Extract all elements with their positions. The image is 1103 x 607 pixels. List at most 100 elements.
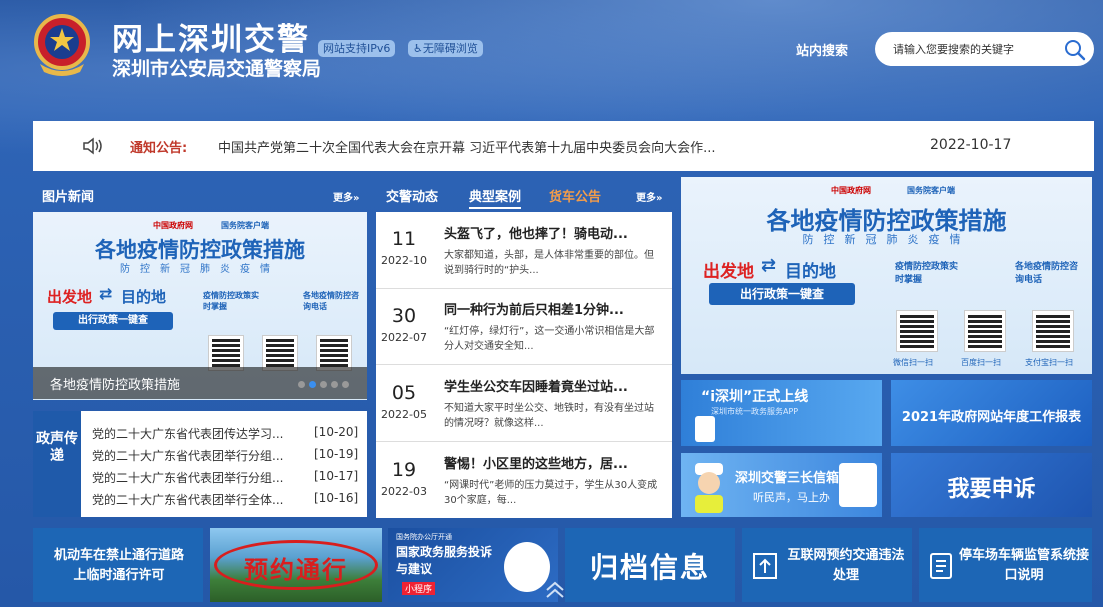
policy-item[interactable]: 党的二十大广东省代表团举行全体... bbox=[92, 491, 302, 508]
news-desc: “红灯停，绿灯行”，这一交通小常识相信是大部分人对交通安全知... bbox=[444, 326, 655, 352]
slide-caption[interactable]: 各地疫情防控政策措施 bbox=[50, 374, 180, 393]
poster-arrow: ⇄ bbox=[761, 255, 777, 276]
poster-side2: 各地疫情防控咨询电话 bbox=[303, 291, 359, 311]
qr-code-alipay bbox=[1032, 310, 1074, 352]
news-day: 30 bbox=[391, 305, 417, 327]
news-desc: “网课时代”老师的压力莫过于，学生从30人变成30个家庭，每... bbox=[444, 480, 658, 506]
policy-item[interactable]: 党的二十大广东省代表团举行分组... bbox=[92, 469, 302, 486]
gov-service-tile[interactable]: 国务院办公厅开通 国家政务服务投诉与建议 小程序 bbox=[388, 528, 558, 602]
qr-code-baidu bbox=[262, 335, 298, 371]
tab-truck-notices[interactable]: 货车公告 bbox=[549, 186, 601, 205]
complaint-title: 我要申诉 bbox=[947, 477, 1036, 502]
archive-tile[interactable]: 归档信息 bbox=[565, 528, 735, 602]
speaker-icon bbox=[83, 137, 102, 155]
complaint-banner[interactable]: 我要申诉 bbox=[891, 453, 1092, 517]
mailbox-qr-code bbox=[839, 463, 877, 507]
poster-button: 出行政策一键查 bbox=[53, 312, 173, 330]
gov-service-top: 国务院办公厅开通 bbox=[396, 533, 452, 541]
slide-dot-5[interactable] bbox=[342, 381, 349, 388]
scan-wechat-label: 微信扫一扫 bbox=[893, 358, 933, 367]
poster-subline: 防控新冠肺炎疫情 bbox=[120, 264, 280, 275]
ishenzhen-subtitle: 深圳市统一政务服务APP bbox=[711, 407, 799, 416]
archive-label: 归档信息 bbox=[589, 551, 710, 584]
poster-to: 目的地 bbox=[785, 262, 836, 282]
temporary-permit-label: 机动车在禁止通行道路上临时通行许可 bbox=[53, 548, 184, 583]
policy-date: [10-20] bbox=[314, 425, 359, 439]
news-day: 11 bbox=[391, 228, 417, 250]
search-input[interactable] bbox=[875, 32, 1094, 66]
news-day: 05 bbox=[391, 382, 417, 404]
annual-report-title: 2021年政府网站年度工作报表 bbox=[901, 410, 1082, 425]
news-desc: 大家都知道，头部，是人体非常重要的部位。但说到骑行时的“护头... bbox=[444, 250, 654, 276]
policy-label: 政声传递 bbox=[33, 411, 81, 517]
temporary-permit-tile[interactable]: 机动车在禁止通行道路上临时通行许可 bbox=[33, 528, 203, 602]
scan-baidu-label: 百度扫一扫 bbox=[961, 358, 1001, 367]
slide-dot-2[interactable] bbox=[309, 381, 316, 388]
reservation-label: 预约通行 bbox=[244, 556, 348, 584]
scroll-up-icon[interactable] bbox=[541, 574, 569, 602]
news-month: 2022-10 bbox=[381, 254, 427, 267]
notice-link[interactable]: 中国共产党第二十次全国代表大会在京开幕 习近平代表第十九届中央委员会向大会作..… bbox=[218, 137, 808, 156]
news-title[interactable]: 警惕！小区里的这些地方，居... bbox=[444, 453, 664, 472]
qr-code-baidu bbox=[964, 310, 1006, 352]
policy-date: [10-19] bbox=[314, 447, 359, 461]
search-icon[interactable] bbox=[1064, 39, 1086, 61]
gov-client-text: 国务院客户端 bbox=[907, 186, 955, 195]
policy-date: [10-16] bbox=[314, 491, 359, 505]
poster-side1: 疫情防控政策实时掌握 bbox=[203, 291, 259, 311]
ishenzhen-banner[interactable]: “i深圳”正式上线 深圳市统一政务服务APP bbox=[681, 380, 882, 446]
violation-label: 互联网预约交通违法处理 bbox=[787, 548, 905, 583]
poster-side2: 各地疫情防控咨询电话 bbox=[1015, 262, 1079, 285]
ishenzhen-title: “i深圳”正式上线 bbox=[701, 389, 809, 405]
news-month: 2022-05 bbox=[381, 408, 427, 421]
news-more-link[interactable]: 更多» bbox=[636, 189, 662, 204]
site-title[interactable]: 网上深圳交警 bbox=[112, 14, 310, 59]
violation-tile[interactable]: 互联网预约交通违法处理 bbox=[742, 528, 912, 602]
divider bbox=[376, 441, 672, 442]
poster-from: 出发地 bbox=[703, 262, 754, 282]
policy-item[interactable]: 党的二十大广东省代表团举行分组... bbox=[92, 447, 302, 464]
qr-code-alipay bbox=[316, 335, 352, 371]
mini-program-tag: 小程序 bbox=[402, 582, 436, 595]
parking-tile[interactable]: 停车场车辆监管系统接口说明 bbox=[919, 528, 1092, 602]
policy-item[interactable]: 党的二十大广东省代表团传达学习... bbox=[92, 425, 302, 442]
site-subtitle: 深圳市公安局交通警察局 bbox=[112, 58, 322, 80]
tab-typical-cases[interactable]: 典型案例 bbox=[469, 186, 522, 209]
gov-logo-text: 中国政府网 bbox=[831, 186, 871, 195]
tab-traffic-news[interactable]: 交警动态 bbox=[386, 186, 438, 205]
qr-code-wechat bbox=[896, 310, 938, 352]
divider bbox=[376, 364, 672, 365]
news-title[interactable]: 学生坐公交车因睡着竟坐过站... bbox=[444, 376, 664, 395]
poster-from: 出发地 bbox=[47, 288, 93, 306]
poster-to: 目的地 bbox=[121, 288, 167, 306]
gov-client-text: 国务院客户端 bbox=[221, 221, 269, 230]
poster-button: 出行政策一键查 bbox=[709, 283, 855, 305]
poster-subline: 防控新冠肺炎疫情 bbox=[802, 233, 971, 246]
accessibility-link[interactable]: ♿无障碍浏览 bbox=[408, 40, 483, 57]
ipv6-badge: 网站支持IPv6 bbox=[318, 40, 396, 57]
news-title[interactable]: 同一种行为前后只相差1分钟... bbox=[444, 299, 664, 318]
news-day: 19 bbox=[391, 459, 417, 481]
epidemic-policy-banner[interactable]: 中国政府网 国务院客户端 各地疫情防控政策措施 防控新冠肺炎疫情 出发地 ⇄ 目… bbox=[681, 177, 1092, 374]
slide-dot-1[interactable] bbox=[298, 381, 305, 388]
photo-news-title: 图片新闻 bbox=[42, 190, 95, 205]
news-desc: 不知道大家平时坐公交、地铁时，有没有坐过站的情况呀？就像这样... bbox=[444, 403, 654, 429]
scan-alipay-label: 支付宝扫一扫 bbox=[1025, 358, 1073, 367]
document-icon bbox=[930, 553, 952, 579]
notice-date: 2022-10-17 bbox=[930, 137, 1012, 153]
slide-dot-3[interactable] bbox=[320, 381, 327, 388]
upload-icon bbox=[753, 553, 777, 579]
mailbox-banner[interactable]: 深圳交警三长信箱 听民声，马上办 bbox=[681, 453, 882, 517]
mailbox-subtitle: 听民声，马上办 bbox=[753, 491, 830, 504]
policy-date: [10-17] bbox=[314, 469, 359, 483]
annual-report-banner[interactable]: 2021年政府网站年度工作报表 bbox=[891, 380, 1092, 446]
news-title[interactable]: 头盔飞了，他也摔了！骑电动... bbox=[444, 223, 664, 242]
photo-news-more-link[interactable]: 更多» bbox=[333, 189, 359, 204]
divider bbox=[376, 288, 672, 289]
police-emblem-logo bbox=[34, 14, 90, 76]
reservation-tile[interactable]: 预约通行 bbox=[210, 528, 382, 602]
search-label: 站内搜索 bbox=[796, 44, 849, 59]
gov-logo-text: 中国政府网 bbox=[153, 221, 193, 230]
slide-dot-4[interactable] bbox=[331, 381, 338, 388]
news-month: 2022-03 bbox=[381, 485, 427, 498]
